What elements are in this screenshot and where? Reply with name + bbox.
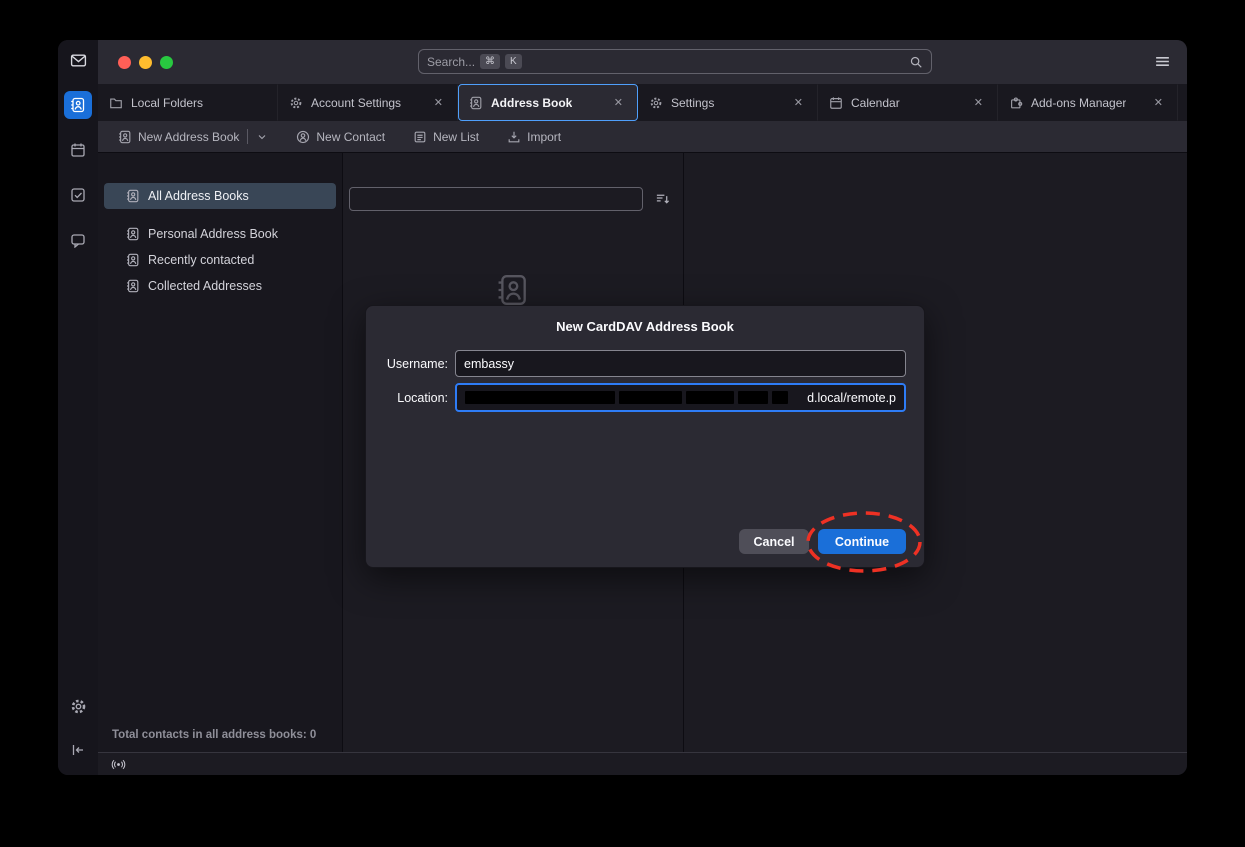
tab-label: Calendar: [851, 96, 900, 110]
continue-button[interactable]: Continue: [818, 529, 906, 554]
status-bar: [98, 752, 1187, 775]
address-book-icon: [126, 253, 140, 267]
calendar-space-icon[interactable]: [64, 136, 92, 164]
settings-gear-icon[interactable]: [64, 692, 92, 720]
redaction-bar: [738, 391, 768, 404]
dialog-title: New CardDAV Address Book: [366, 319, 924, 334]
address-book-toolbar: New Address Book New Contact New List Im…: [98, 121, 1187, 153]
redaction-bar: [686, 391, 734, 404]
new-contact-button[interactable]: New Contact: [290, 127, 391, 147]
chat-space-icon[interactable]: [64, 226, 92, 254]
tab-label: Add-ons Manager: [1031, 96, 1126, 110]
network-status-icon: [111, 757, 126, 772]
tab-label: Address Book: [491, 96, 572, 110]
spaces-toolbar: [58, 40, 98, 775]
tab-address-book[interactable]: Address Book ✕: [458, 84, 638, 121]
location-input[interactable]: d.local/remote.p: [455, 383, 906, 412]
collapse-spaces-icon[interactable]: [64, 736, 92, 764]
username-row: Username:: [384, 350, 906, 377]
tab-label: Local Folders: [131, 96, 203, 110]
mail-space-icon[interactable]: [64, 46, 92, 74]
tab-addons-manager[interactable]: Add-ons Manager ✕: [998, 84, 1178, 121]
close-tab-icon[interactable]: ✕: [610, 94, 627, 111]
redaction-bar: [465, 391, 615, 404]
contacts-search-input[interactable]: [349, 187, 643, 211]
sidebar-item-label: Personal Address Book: [148, 227, 278, 241]
address-book-icon: [126, 279, 140, 293]
redaction-bar: [619, 391, 682, 404]
new-list-label: New List: [433, 130, 479, 144]
address-book-icon: [118, 130, 132, 144]
new-address-book-button[interactable]: New Address Book: [112, 126, 274, 147]
new-contact-label: New Contact: [316, 130, 385, 144]
tab-label: Account Settings: [311, 96, 401, 110]
address-book-icon: [126, 189, 140, 203]
global-search-input[interactable]: Search... ⌘ K: [418, 49, 932, 74]
empty-contacts-placeholder-icon: [496, 273, 530, 307]
sidebar-item-label: Recently contacted: [148, 253, 254, 267]
username-input[interactable]: [455, 350, 906, 377]
tab-local-folders[interactable]: Local Folders: [98, 84, 278, 121]
gear-icon: [289, 96, 303, 110]
tasks-space-icon[interactable]: [64, 181, 92, 209]
address-book-icon: [469, 96, 483, 110]
import-button[interactable]: Import: [501, 127, 567, 147]
sidebar-item-personal-address-book[interactable]: Personal Address Book: [104, 221, 336, 247]
cmd-key-badge: ⌘: [480, 54, 500, 69]
new-contact-icon: [296, 130, 310, 144]
dialog-buttons: Cancel Continue: [739, 529, 906, 554]
tab-bar: Local Folders Account Settings ✕ Address…: [98, 84, 1187, 121]
close-window-button[interactable]: [118, 56, 131, 69]
close-tab-icon[interactable]: ✕: [430, 94, 447, 111]
titlebar: Search... ⌘ K: [98, 40, 1187, 84]
chevron-down-icon[interactable]: [256, 131, 268, 143]
address-book-space-icon[interactable]: [64, 91, 92, 119]
app-window: Search... ⌘ K Local Folders Account Sett…: [58, 40, 1187, 775]
split-button-divider: [247, 129, 248, 144]
sidebar-item-label: All Address Books: [148, 189, 249, 203]
folder-icon: [109, 96, 123, 110]
search-placeholder: Search...: [427, 55, 475, 69]
desktop: { "titlebar": { "search_placeholder": "S…: [0, 0, 1245, 847]
import-label: Import: [527, 130, 561, 144]
sidebar-item-recently-contacted[interactable]: Recently contacted: [104, 247, 336, 273]
sidebar-item-collected-addresses[interactable]: Collected Addresses: [104, 273, 336, 299]
location-visible-text: d.local/remote.p: [807, 391, 896, 405]
cancel-button[interactable]: Cancel: [739, 529, 809, 554]
sidebar-item-all-address-books[interactable]: All Address Books: [104, 183, 336, 209]
sidebar-item-label: Collected Addresses: [148, 279, 262, 293]
new-carddav-dialog: New CardDAV Address Book Username: Locat…: [365, 305, 925, 568]
import-icon: [507, 130, 521, 144]
redaction-bar: [772, 391, 788, 404]
close-tab-icon[interactable]: ✕: [790, 94, 807, 111]
close-tab-icon[interactable]: ✕: [1150, 94, 1167, 111]
total-contacts-status: Total contacts in all address books: 0: [112, 729, 316, 741]
new-list-button[interactable]: New List: [407, 127, 485, 147]
tab-label: Settings: [671, 96, 714, 110]
app-menu-icon[interactable]: [1154, 53, 1171, 70]
puzzle-icon: [1009, 96, 1023, 110]
location-label: Location:: [384, 391, 448, 405]
address-books-sidebar: All Address Books Personal Address Book …: [98, 153, 342, 752]
tab-account-settings[interactable]: Account Settings ✕: [278, 84, 458, 121]
tab-calendar[interactable]: Calendar ✕: [818, 84, 998, 121]
traffic-lights: [118, 56, 173, 69]
username-label: Username:: [384, 357, 448, 371]
address-book-icon: [126, 227, 140, 241]
new-address-book-label: New Address Book: [138, 130, 239, 144]
new-list-icon: [413, 130, 427, 144]
k-key-badge: K: [505, 54, 522, 69]
minimize-window-button[interactable]: [139, 56, 152, 69]
search-icon: [909, 55, 923, 69]
gear-icon: [649, 96, 663, 110]
close-tab-icon[interactable]: ✕: [970, 94, 987, 111]
display-options-icon[interactable]: [655, 191, 670, 206]
tab-settings[interactable]: Settings ✕: [638, 84, 818, 121]
zoom-window-button[interactable]: [160, 56, 173, 69]
calendar-icon: [829, 96, 843, 110]
location-row: Location: d.local/remote.p: [384, 383, 906, 412]
